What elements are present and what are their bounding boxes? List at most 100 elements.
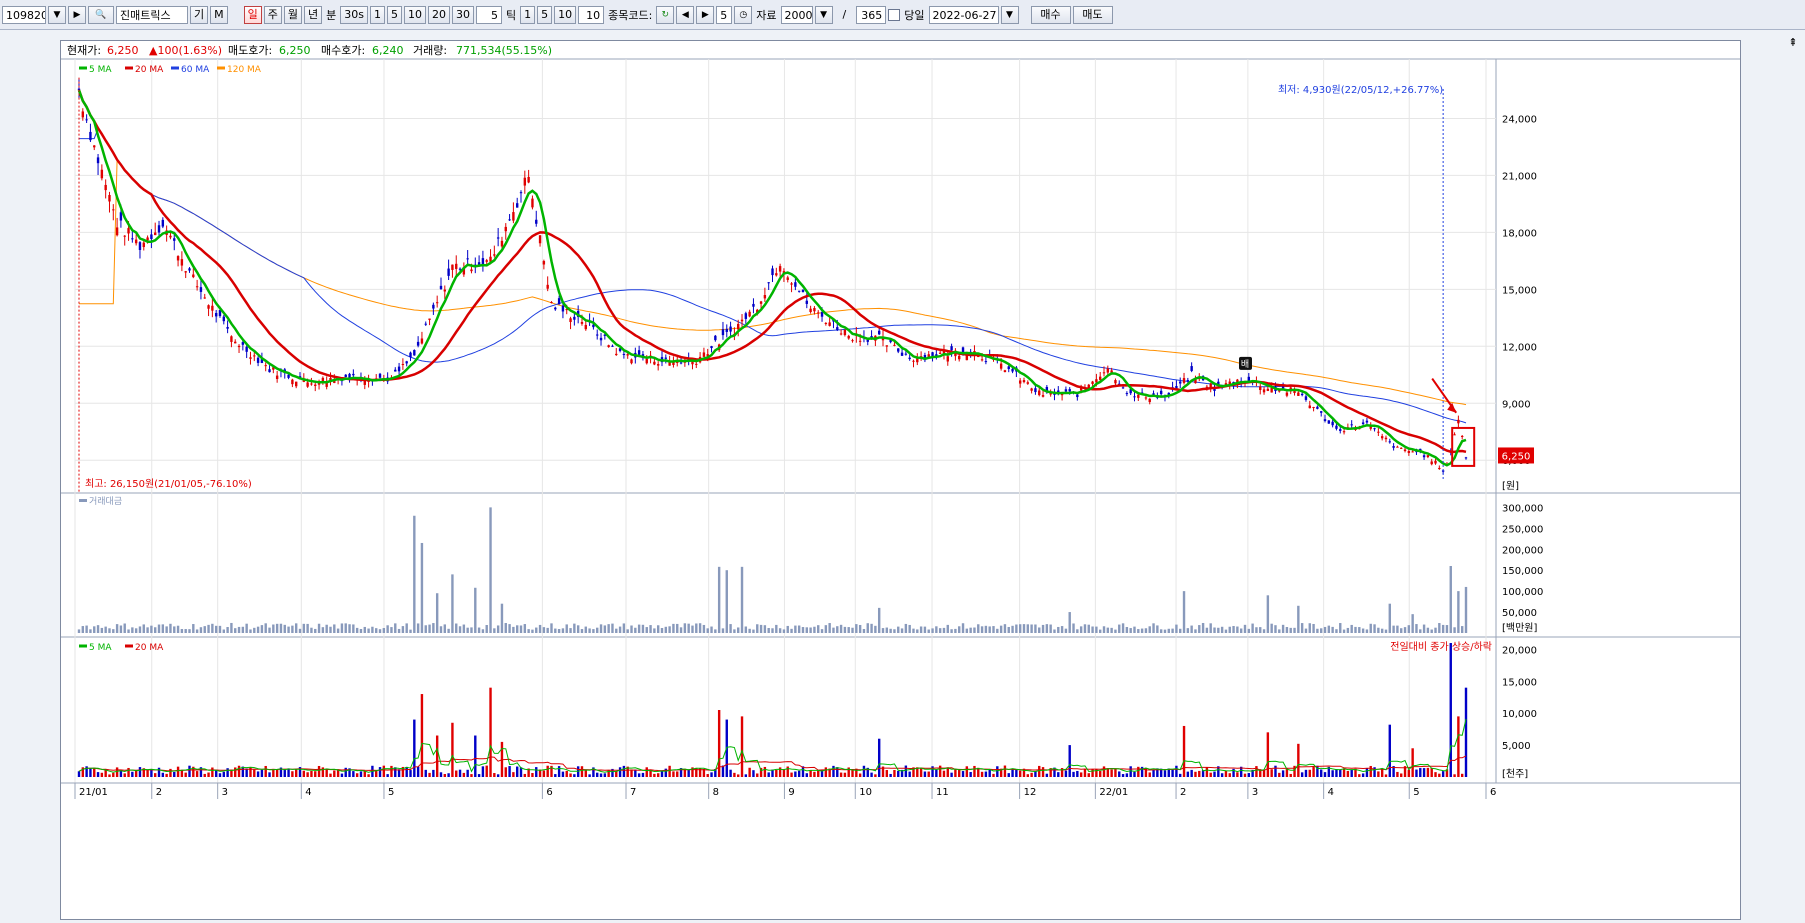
period-1m-button[interactable]: 1 [369, 5, 385, 24]
amount-unit-right: [백만원] [1502, 622, 1538, 634]
refresh-icon[interactable]: ↻ [656, 5, 675, 24]
volume-bar [996, 766, 999, 777]
amount-bar [630, 625, 633, 633]
volume-bar [512, 772, 515, 777]
amount-bar [496, 625, 500, 633]
amount-bar [1342, 629, 1346, 633]
amount-bar [447, 628, 450, 633]
amount-bar [493, 628, 496, 633]
amount-bar [1060, 626, 1064, 633]
candle-body [1102, 372, 1106, 374]
amount-bar [1182, 591, 1186, 633]
gi-button[interactable]: 기 [190, 5, 209, 24]
amount-tick-right: 200,000 [1502, 545, 1543, 556]
prev-icon[interactable]: ◀ [676, 5, 695, 24]
amount-bar [958, 626, 961, 633]
buy-button[interactable]: 매수 [1030, 5, 1071, 24]
amount-bar [1422, 624, 1426, 633]
candle-body [154, 232, 157, 236]
volume-bar [447, 773, 450, 777]
tick-1-button[interactable]: 1 [520, 5, 536, 24]
amount-bar [615, 628, 618, 633]
amount-bar [1373, 624, 1376, 633]
period-10m-button[interactable]: 10 [403, 5, 426, 24]
tick-custom-input[interactable]: 10 [578, 5, 605, 24]
period-year-button[interactable]: 년 [304, 5, 323, 24]
amount-bar [771, 628, 774, 633]
amount-bar [1064, 628, 1068, 633]
volume-bar [93, 767, 96, 777]
volume-bar [1220, 773, 1224, 777]
volume-bar [767, 772, 770, 777]
candle-body [268, 369, 271, 373]
amount-bar [127, 629, 130, 633]
candle-body [188, 268, 191, 271]
candle-body [451, 264, 454, 270]
data-count-select[interactable]: 2000 [780, 5, 813, 24]
volume-bar [386, 774, 389, 777]
volume-bar [1365, 768, 1369, 777]
tick-10-button[interactable]: 10 [554, 5, 577, 24]
amount-bar [992, 626, 995, 633]
date-picker[interactable]: 2022-06-27 [928, 5, 999, 24]
amount-bar [805, 627, 808, 633]
candle-body [1392, 446, 1395, 448]
amount-bar [851, 627, 854, 633]
stock-name-field[interactable]: 진매트릭스 [116, 5, 188, 24]
candle-body [432, 304, 435, 309]
candle-body [291, 379, 294, 385]
volume-bar [904, 765, 908, 777]
clock-icon[interactable]: ◷ [734, 5, 753, 24]
volume-bar [580, 766, 584, 777]
period-day-button[interactable]: 일 [243, 5, 262, 24]
period-30m-button[interactable]: 30 [451, 5, 474, 24]
period-5m-button[interactable]: 5 [386, 5, 402, 24]
candle-body [1388, 441, 1391, 443]
candle-body [538, 235, 542, 244]
m-button[interactable]: M [210, 5, 228, 24]
period-20m-button[interactable]: 20 [427, 5, 450, 24]
step-input[interactable]: 5 [716, 5, 733, 24]
period-30s-button[interactable]: 30s [340, 5, 368, 24]
today-checkbox[interactable] [888, 8, 901, 21]
sell-button[interactable]: 매도 [1072, 5, 1113, 24]
candle-body [1026, 382, 1029, 384]
tick-5-button[interactable]: 5 [537, 5, 553, 24]
volume-bar [1255, 766, 1258, 777]
amount-bar [721, 628, 725, 633]
volume-bar [329, 773, 332, 777]
chevron-down-icon[interactable]: ▼ [814, 5, 833, 24]
amount-bar [1262, 629, 1266, 633]
next-icon[interactable]: ▶ [696, 5, 715, 24]
next-arrow-icon[interactable]: ▶ [68, 5, 86, 24]
candle-body [1285, 392, 1289, 396]
amount-bar [637, 624, 641, 633]
period-week-button[interactable]: 주 [263, 5, 282, 24]
amount-bar [386, 625, 389, 633]
volume-bar [253, 769, 256, 777]
amount-bar [919, 626, 923, 633]
search-icon[interactable]: 🔍 [88, 5, 114, 24]
period-month-button[interactable]: 월 [283, 5, 302, 24]
candle-body [843, 329, 847, 336]
expand-icon[interactable]: ⇞ [1785, 36, 1801, 56]
amount-bar [683, 623, 687, 633]
volume-bar [428, 772, 431, 777]
tick-input[interactable]: 5 [475, 5, 502, 24]
amount-bar [123, 623, 126, 633]
date-dropdown-icon[interactable]: ▼ [1000, 5, 1019, 24]
volume-legend-item: 5 MA [89, 643, 112, 653]
data-total-field[interactable]: 365 [856, 5, 887, 24]
dropdown-arrow-icon[interactable]: ▼ [48, 5, 66, 24]
volume-bar [1057, 772, 1060, 777]
volume-bar [1110, 769, 1113, 777]
candle-body [893, 344, 896, 346]
candle-body [950, 346, 953, 351]
amount-bar [1251, 623, 1254, 633]
amount-bar [569, 628, 572, 633]
ma120-line [79, 158, 1467, 406]
candle-body [89, 131, 92, 141]
stock-code-input[interactable]: 109820 [2, 5, 46, 24]
amount-bar [744, 626, 748, 633]
candle-body [1106, 368, 1110, 373]
